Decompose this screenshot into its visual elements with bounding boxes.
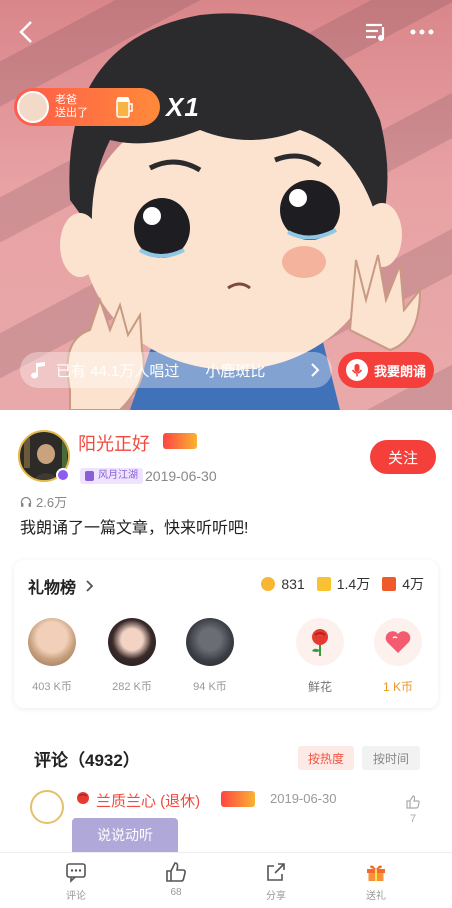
gift-stats: 831 1.4万 4万 [249,574,424,594]
chevron-right-icon [311,363,320,377]
thumbs-up-icon [406,795,420,809]
verified-badge-icon [56,468,70,482]
give-kcoin-button[interactable]: 1 K币 [368,618,428,695]
share-icon [267,863,285,881]
bottom-action-bar: 评论 68 分享 送礼 [0,852,452,908]
beer-gift-icon [116,97,133,118]
post-date: 2019-06-30 [145,468,217,484]
level-tag: 风月江湖 [80,468,143,484]
post-description: 我朗诵了一篇文章，快来听听吧! [20,520,249,537]
cartoon-boy-artwork [60,13,422,410]
vip-badge-icon [221,791,255,807]
commenter-avatar[interactable] [30,790,64,824]
gift-ranking-title: 礼物榜 [28,580,77,597]
comment-like-button[interactable]: 7 [403,794,423,825]
chevron-right-icon [86,580,94,592]
comment-like-count: 7 [409,813,417,825]
sing-count-text: 已有 44.1万人唱过 [56,362,180,380]
gift-tab-label: 送礼 [366,891,386,902]
rose-badge-icon [77,792,89,804]
coin-count: 831 [281,576,305,592]
gifter-amount: 282 K币 [112,681,152,693]
comment-date: 2019-06-30 [270,791,337,806]
give-flower-label: 鲜花 [307,680,332,694]
mic-icon [346,359,368,381]
rose-icon [296,618,344,666]
cover-image: 老爸 送出了 X1 已有 44.1万人唱过 小鹿斑比 我要朗诵 [0,0,452,410]
gift-box-icon [367,865,385,881]
gift-icon [382,577,397,591]
share-tab[interactable]: 分享 [246,861,306,902]
heart-gift-icon [374,618,422,666]
gifter-avatar [28,618,76,666]
sing-button[interactable]: 我要朗诵 [338,352,434,388]
play-count: 2.6万 [20,492,67,511]
playlist-button[interactable] [358,14,394,50]
top-gifter-1[interactable]: 403 K币 [22,618,82,694]
gift-ranking-card: 礼物榜 831 1.4万 4万 403 K币 282 K币 94 K币 鲜花 1… [14,560,438,708]
flower-icon [316,577,331,591]
gifter-amount: 403 K币 [32,681,72,693]
gifter-amount: 94 K币 [193,681,227,693]
give-kcoin-label: 1 K币 [382,680,413,694]
thumbs-up-icon [166,862,186,882]
comment-tab[interactable]: 评论 [46,861,106,902]
follow-button[interactable]: 关注 [370,440,436,474]
gift-tab[interactable]: 送礼 [346,861,406,902]
gift-notification[interactable]: 老爸 送出了 [14,88,160,126]
top-gifter-2[interactable]: 282 K币 [102,618,162,694]
commenter-name[interactable]: 兰质兰心 (退休) [96,790,200,811]
song-title: 小鹿斑比 [205,362,266,380]
sort-by-time-button[interactable]: 按时间 [362,746,420,770]
play-count-value: 2.6万 [36,495,68,510]
author-profile: 阳光正好 风月江湖 2019-06-30 关注 [18,430,438,486]
content-area: 阳光正好 风月江湖 2019-06-30 关注 2.6万 我朗诵了一篇文章，快来… [0,410,452,852]
gift-count: X1 [166,92,200,122]
comment-sticker: 说说动听 [72,818,178,852]
like-count: 68 [170,887,182,898]
comments-title: 评论（4932） [34,751,140,770]
comment-tab-label: 评论 [66,891,86,902]
author-name[interactable]: 阳光正好 [78,430,150,456]
gifter-avatar [108,618,156,666]
more-dots-icon [410,29,434,35]
flower-count: 1.4万 [336,576,371,592]
chevron-left-icon [19,21,32,43]
back-button[interactable] [8,14,44,50]
gift-count-total: 4万 [402,576,424,592]
coin-icon [261,577,276,591]
comment-icon [66,863,86,883]
gift-notification-text: 老爸 送出了 [55,94,88,119]
sing-info-bar[interactable]: 已有 44.1万人唱过 小鹿斑比 [20,352,332,388]
vip-badge-icon [163,433,197,449]
gifter-avatar [186,618,234,666]
headphones-icon [20,496,32,507]
gift-ranking-header[interactable]: 礼物榜 [28,574,96,598]
share-tab-label: 分享 [266,891,286,902]
gift-sender-avatar [17,91,49,123]
music-note-icon [31,362,45,379]
more-button[interactable] [404,14,440,50]
give-flower-button[interactable]: 鲜花 [290,618,350,695]
sort-by-hot-button[interactable]: 按热度 [298,746,354,770]
like-tab[interactable]: 68 [146,861,206,898]
top-gifter-3[interactable]: 94 K币 [180,618,240,694]
sing-button-label: 我要朗诵 [374,363,427,379]
playlist-icon [366,23,385,41]
